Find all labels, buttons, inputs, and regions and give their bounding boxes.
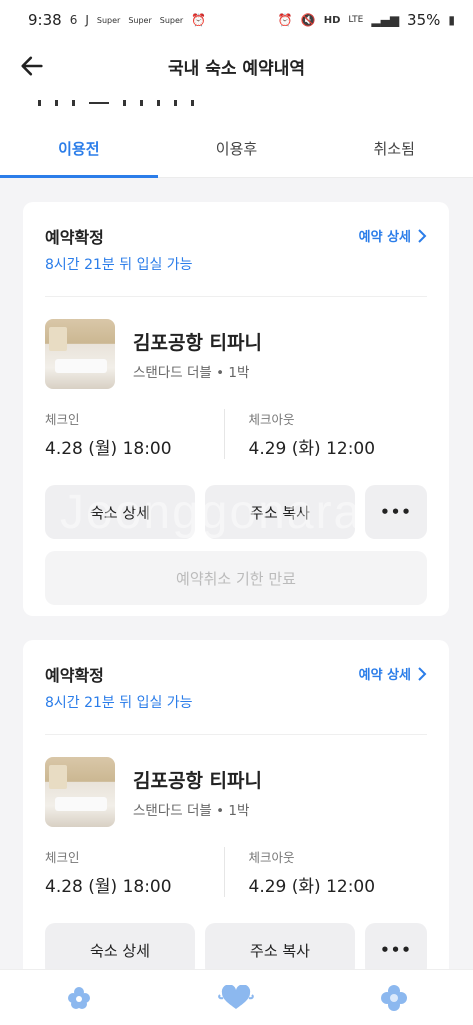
more-options-button[interactable]: ••• — [365, 485, 427, 539]
notification-icon: 6 — [69, 13, 78, 27]
page-title: 국내 숙소 예약내역 — [168, 58, 305, 79]
hotel-name: 김포공항 티파니 — [133, 769, 262, 792]
checkin-label: 체크인 — [45, 412, 80, 427]
mute-icon: 🔇 — [300, 13, 316, 27]
checkout-label: 체크아웃 — [248, 412, 295, 427]
reservation-detail-link[interactable]: 예약 상세 — [359, 664, 427, 683]
flower-alt-icon[interactable] — [374, 978, 414, 1018]
tab-upcoming[interactable]: 이용전 — [0, 120, 158, 178]
hd-voice-icon: HD — [323, 14, 341, 26]
copy-address-button[interactable]: 주소 복사 — [205, 485, 355, 539]
room-info: 스탠다드 더블 • 1박 — [133, 802, 250, 819]
lte-icon: LTE — [348, 15, 364, 25]
status-bar: 9:38 6 J Super Super Super ⏰ ⏰ 🔇 HD LTE … — [0, 0, 473, 40]
divider — [45, 296, 427, 297]
back-arrow-icon[interactable] — [18, 52, 46, 80]
cancel-expired-button[interactable]: 예약취소 기한 만료 — [45, 551, 427, 605]
hotel-name: 김포공항 티파니 — [133, 331, 262, 354]
reservation-card: 예약확정 8시간 21분 뒤 입실 가능 예약 상세 김포공항 티파니 스탠다드… — [23, 640, 449, 980]
status-time: 9:38 — [28, 11, 62, 29]
truncated-strip — [0, 92, 473, 120]
checkin-value: 4.28 (월) 18:00 — [45, 439, 172, 459]
reservation-detail-label: 예약 상세 — [358, 668, 411, 683]
checkin-value: 4.28 (월) 18:00 — [45, 877, 172, 897]
super-app-icon: Super — [128, 15, 152, 25]
app-header: 국내 숙소 예약내역 — [0, 40, 473, 92]
checkin-countdown: 8시간 21분 뒤 입실 가능 — [45, 695, 193, 711]
chevron-right-icon — [418, 666, 427, 681]
alarm-icon: ⏰ — [277, 13, 293, 27]
hotel-detail-button[interactable]: 숙소 상세 — [45, 485, 195, 539]
hotel-thumbnail[interactable] — [45, 757, 115, 827]
divider — [45, 734, 427, 735]
room-info: 스탠다드 더블 • 1박 — [133, 364, 250, 381]
chevron-right-icon — [418, 228, 427, 243]
bottom-navigation — [0, 969, 473, 1025]
reservation-card: 예약확정 8시간 21분 뒤 입실 가능 예약 상세 김포공항 티파니 스탠다드… — [23, 202, 449, 616]
heart-icon[interactable] — [216, 978, 256, 1018]
alarm-icon: ⏰ — [191, 13, 207, 27]
super-app-icon: Super — [96, 15, 121, 25]
battery-level: 35% — [407, 11, 441, 29]
checkin-label: 체크인 — [45, 850, 80, 865]
tab-past[interactable]: 이용후 — [158, 120, 316, 177]
reservation-detail-link[interactable]: 예약 상세 — [359, 226, 427, 245]
checkin-countdown: 8시간 21분 뒤 입실 가능 — [45, 257, 193, 273]
battery-icon: ▮ — [448, 13, 455, 27]
checkout-label: 체크아웃 — [248, 850, 295, 865]
super-app-icon: Super — [159, 15, 184, 25]
notification-icon: J — [85, 13, 89, 27]
checkout-value: 4.29 (화) 12:00 — [248, 877, 376, 897]
signal-icon: ▂▄▆ — [371, 13, 400, 27]
hotel-thumbnail[interactable] — [45, 319, 115, 389]
reservation-tabs: 이용전 이용후 취소됨 — [0, 120, 473, 178]
flower-icon[interactable] — [59, 978, 99, 1018]
reservation-detail-label: 예약 상세 — [358, 230, 411, 245]
checkout-value: 4.29 (화) 12:00 — [248, 439, 376, 459]
tab-cancelled[interactable]: 취소됨 — [315, 120, 473, 177]
